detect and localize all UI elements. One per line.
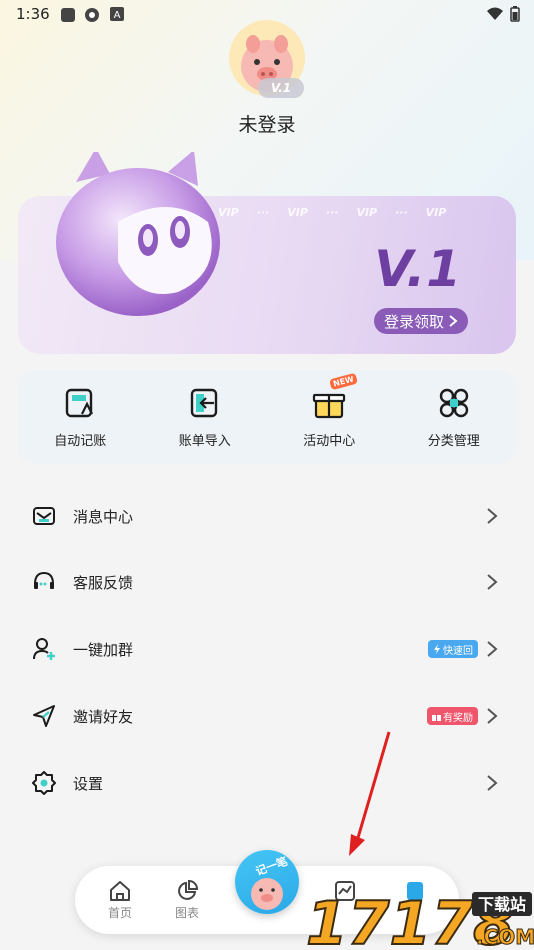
lightning-icon (434, 644, 440, 654)
quick-action-label: 自动记账 (54, 434, 107, 449)
category-icon (439, 388, 468, 418)
add-user-icon (33, 638, 55, 660)
nav-home-label: 首页 (107, 906, 132, 920)
quick-action-auto-bookkeeping[interactable]: 自动记账 (18, 370, 143, 464)
sync-icon (85, 8, 99, 22)
bill-import-icon (190, 388, 217, 418)
nav-charts[interactable]: 图表 (167, 880, 207, 921)
quick-action-category-management[interactable]: 分类管理 (392, 370, 517, 464)
quick-action-label: 账单导入 (178, 434, 231, 449)
auto-bookkeeping-icon (66, 388, 94, 418)
nav-charts-label: 图表 (174, 906, 199, 920)
gift-small-icon (432, 711, 441, 721)
watermark-suffix: .COM (476, 925, 534, 949)
chevron-right-icon (487, 708, 498, 724)
send-icon (33, 705, 55, 727)
menu-item-customer-feedback[interactable]: 客服反馈 (0, 549, 534, 615)
menu-label: 客服反馈 (73, 573, 134, 592)
headset-icon (34, 571, 54, 589)
menu-label: 邀请好友 (73, 707, 134, 726)
wifi-icon (487, 7, 503, 20)
site-watermark: 17178 下载站 .COM (306, 888, 534, 950)
annotation-arrow (349, 731, 391, 856)
quick-action-label: 活动中心 (303, 434, 356, 449)
nav-home[interactable]: 首页 (100, 880, 140, 921)
vip-strip: VIP ··· VIP ··· VIP ··· VIP (218, 206, 476, 226)
vip-strip-label: VIP (356, 206, 378, 219)
menu-item-invite-friends[interactable]: 邀请好友 有奖励 (0, 683, 534, 749)
menu-label: 一键加群 (73, 640, 134, 659)
vip-login-label: 登录领取 (383, 312, 444, 331)
quick-reply-tag: 快速回 (428, 640, 478, 658)
battery-icon (510, 6, 520, 22)
vip-strip-label: ··· (256, 206, 270, 219)
add-record-button[interactable]: 记一笔 (235, 850, 299, 914)
quick-action-activity-center[interactable]: NEW 活动中心 (267, 370, 392, 464)
mail-icon (33, 507, 55, 525)
pie-chart-icon (178, 880, 198, 900)
tag-label: 快速回 (443, 645, 473, 657)
vip-strip-label: ··· (395, 206, 408, 219)
tag-label: 有奖励 (443, 712, 473, 724)
quick-actions: 自动记账 账单导入 NEW 活动中心 分类管理 (18, 370, 516, 464)
quick-action-bill-import[interactable]: 账单导入 (143, 370, 268, 464)
menu-item-join-group[interactable]: 一键加群 快速回 (0, 616, 534, 682)
menu-label: 消息中心 (73, 507, 134, 526)
home-icon (110, 881, 130, 901)
vip-strip-label: VIP (425, 206, 447, 219)
vip-login-button[interactable]: 登录领取 (373, 308, 468, 334)
level-badge: V.1 (258, 78, 304, 98)
status-time: 1:36 (16, 5, 50, 23)
menu-label: 设置 (73, 774, 104, 793)
menu-item-message-center[interactable]: 消息中心 (0, 483, 534, 549)
gift-icon (313, 393, 346, 419)
activity-icon-wrap: NEW (312, 372, 359, 420)
vip-level: V.1 (374, 240, 462, 298)
chevron-right-icon (449, 315, 458, 327)
app-notification-icon (61, 8, 75, 22)
chevron-right-icon (487, 574, 498, 590)
pig-mascot-icon (56, 152, 220, 316)
menu-item-settings[interactable]: 设置 (0, 750, 534, 816)
chevron-right-icon (487, 508, 498, 524)
username[interactable]: 未登录 (0, 110, 534, 137)
vip-strip-label: VIP (287, 206, 308, 219)
chevron-right-icon (487, 775, 498, 791)
quick-action-label: 分类管理 (427, 434, 480, 449)
svg-text:A: A (114, 10, 121, 21)
vip-strip-label: ··· (325, 206, 339, 219)
gear-icon (32, 771, 56, 795)
pig-fab-icon (251, 878, 283, 910)
letter-a-icon: A (110, 7, 124, 21)
chevron-right-icon (487, 641, 498, 657)
reward-tag: 有奖励 (427, 707, 478, 725)
watermark-site: 下载站 (478, 895, 526, 914)
